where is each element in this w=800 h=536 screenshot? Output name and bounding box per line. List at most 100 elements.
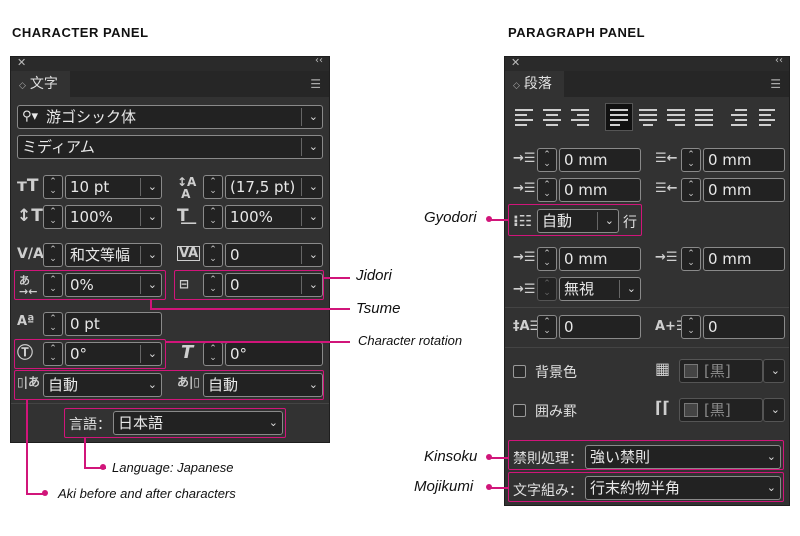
font-style-field[interactable]: ミディアム ⌄ <box>17 135 323 159</box>
kerning-field[interactable]: 和文等幅 ⌄ <box>65 243 162 267</box>
panel-titlebar[interactable]: ✕ ‹‹ <box>11 55 329 71</box>
aki-annotation: Aki before and after characters <box>58 486 236 501</box>
panel-titlebar[interactable]: ✕ ‹‹ <box>505 55 789 71</box>
chevron-down-icon: ⌄ <box>308 140 318 153</box>
border-label: 囲み罫 <box>535 404 577 420</box>
last-line-indent-stepper[interactable]: ⌃ ⌄ <box>681 178 701 202</box>
font-family-field[interactable]: ⚲▾ 游ゴシック体 ⌄ <box>17 105 323 129</box>
skew-stepper[interactable]: ⌃ ⌄ <box>203 342 223 366</box>
justify-right-button[interactable] <box>667 109 687 129</box>
right-indent-stepper[interactable]: ⌃ ⌄ <box>681 148 701 172</box>
vertical-scale-field[interactable]: 100% ⌄ <box>65 205 162 229</box>
tracking-icon: VA <box>177 246 201 261</box>
baseline-shift-value: 0 pt <box>70 315 100 333</box>
drop-cap-lines-field[interactable]: 0 <box>559 315 641 339</box>
border-swatch-icon: ⌈⌈ <box>655 398 670 417</box>
panel-menu-icon[interactable]: ☰ <box>770 77 781 91</box>
paragraph-panel: ✕ ‹‹ ◇ 段落 ☰ →☰ ⌃ ⌄ 0 mm ☰← ⌃ ⌄ 0 mm →☰ ⌃ ⌄ 0… <box>504 55 790 506</box>
grid-align-stepper[interactable]: ⌃ ⌄ <box>537 277 557 301</box>
shading-checkbox[interactable] <box>513 365 526 378</box>
language-dot <box>100 464 106 470</box>
tab-paragraph[interactable]: ◇ 段落 <box>505 71 564 97</box>
tsume-highlight <box>14 270 166 300</box>
language-highlight <box>64 408 286 438</box>
gyodori-annotation: Gyodori <box>424 209 477 226</box>
baseline-shift-field[interactable]: 0 pt <box>65 312 162 336</box>
last-line-indent-field[interactable]: 0 mm <box>703 178 785 202</box>
drop-cap-lines-stepper[interactable]: ⌃ ⌄ <box>537 315 557 339</box>
space-before-stepper[interactable]: ⌃ ⌄ <box>537 247 557 271</box>
first-line-indent-field[interactable]: 0 mm <box>559 178 641 202</box>
language-leader-v <box>84 438 86 468</box>
space-after-field[interactable]: 0 mm <box>703 247 785 271</box>
vertical-scale-value: 100% <box>70 208 113 226</box>
border-color-field[interactable]: [黒] <box>679 398 763 422</box>
align-towards-spine-button[interactable] <box>731 109 751 129</box>
justify-all-button[interactable] <box>695 109 715 129</box>
collapse-icon[interactable]: ‹‹ <box>775 55 783 66</box>
close-icon[interactable]: ✕ <box>17 56 26 69</box>
leading-icon: ↕A A <box>177 175 197 201</box>
font-size-stepper[interactable]: ⌃ ⌄ <box>43 175 63 199</box>
drop-cap-chars-field[interactable]: 0 <box>703 315 785 339</box>
aki-highlight <box>14 370 324 400</box>
tracking-field[interactable]: 0 ⌄ <box>225 243 323 267</box>
border-checkbox[interactable] <box>513 404 526 417</box>
jidori-annotation: Jidori <box>356 267 392 284</box>
font-size-value: 10 pt <box>70 178 110 196</box>
shading-label: 背景色 <box>535 365 577 381</box>
grid-align-field[interactable]: 無視 ⌄ <box>559 277 641 301</box>
chevron-down-icon: ⌄ <box>308 110 318 123</box>
rotation-leader <box>166 341 350 343</box>
tracking-stepper[interactable]: ⌃ ⌄ <box>203 243 223 267</box>
chevron-down-icon: ⌄ <box>626 282 636 295</box>
jidori-leader <box>324 277 350 279</box>
left-indent-stepper[interactable]: ⌃ ⌄ <box>537 148 557 172</box>
baseline-shift-stepper[interactable]: ⌃ ⌄ <box>43 312 63 336</box>
leading-stepper[interactable]: ⌃ ⌄ <box>203 175 223 199</box>
justify-center-button[interactable] <box>639 109 659 129</box>
tsume-leader-h <box>150 308 350 310</box>
space-after-stepper[interactable]: ⌃ ⌄ <box>681 247 701 271</box>
close-icon[interactable]: ✕ <box>511 56 520 69</box>
first-line-indent-value: 0 mm <box>564 181 608 199</box>
space-before-value: 0 mm <box>564 250 608 268</box>
aki-dot <box>42 490 48 496</box>
right-indent-field[interactable]: 0 mm <box>703 148 785 172</box>
first-line-indent-stepper[interactable]: ⌃ ⌄ <box>537 178 557 202</box>
drop-cap-chars-stepper[interactable]: ⌃ ⌄ <box>681 315 701 339</box>
shading-swatch-icon: ▦ <box>655 359 671 378</box>
divider <box>11 403 329 404</box>
drop-cap-lines-value: 0 <box>564 318 574 336</box>
chevron-down-icon: ⌄ <box>770 403 780 416</box>
skew-field[interactable]: 0° <box>225 342 323 366</box>
chevron-down-icon: ⌄ <box>308 248 318 261</box>
panel-menu-icon[interactable]: ☰ <box>310 77 321 91</box>
vertical-scale-stepper[interactable]: ⌃ ⌄ <box>43 205 63 229</box>
horizontal-scale-field[interactable]: 100% ⌄ <box>225 205 323 229</box>
mojikumi-annotation: Mojikumi <box>414 478 474 495</box>
first-line-indent-icon: →☰ <box>513 181 536 196</box>
leading-field[interactable]: (17,5 pt) ⌄ <box>225 175 323 199</box>
border-color-value: [黒] <box>704 401 731 419</box>
align-center-button[interactable] <box>543 109 563 129</box>
border-dropdown[interactable]: ⌄ <box>763 398 785 422</box>
drop-cap-chars-value: 0 <box>708 318 718 336</box>
space-after-icon: →☰ <box>655 250 678 265</box>
horizontal-scale-icon: T͟ <box>177 206 189 226</box>
collapse-icon[interactable]: ‹‹ <box>315 55 323 66</box>
color-swatch <box>684 364 698 378</box>
align-right-button[interactable] <box>571 109 591 129</box>
space-before-field[interactable]: 0 mm <box>559 247 641 271</box>
shading-dropdown[interactable]: ⌄ <box>763 359 785 383</box>
horizontal-scale-stepper[interactable]: ⌃ ⌄ <box>203 205 223 229</box>
tab-character[interactable]: ◇ 文字 <box>11 71 70 97</box>
font-size-field[interactable]: 10 pt ⌄ <box>65 175 162 199</box>
kerning-stepper[interactable]: ⌃ ⌄ <box>43 243 63 267</box>
shading-color-field[interactable]: [黒] <box>679 359 763 383</box>
kinsoku-leader <box>490 457 508 459</box>
align-left-button[interactable] <box>515 109 535 129</box>
paragraph-panel-heading: PARAGRAPH PANEL <box>508 25 646 40</box>
left-indent-field[interactable]: 0 mm <box>559 148 641 172</box>
align-away-spine-button[interactable] <box>759 109 779 129</box>
